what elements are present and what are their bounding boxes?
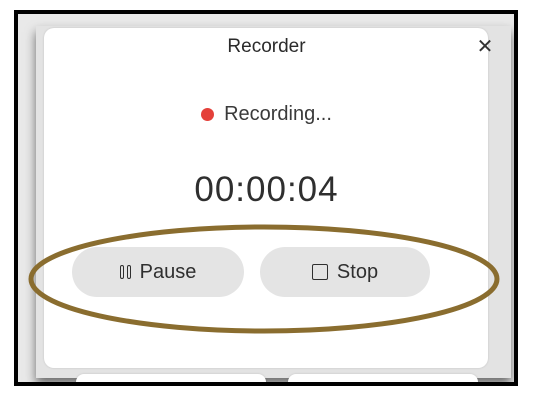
bottom-tab-left <box>76 374 266 382</box>
pause-button[interactable]: Pause <box>72 247 244 297</box>
dialog-title: Recorder <box>227 36 306 57</box>
stop-label: Stop <box>336 260 379 283</box>
status-text: Recording... <box>224 103 332 125</box>
stop-icon <box>311 264 328 280</box>
pause-label: Pause <box>139 260 197 283</box>
pause-icon <box>119 264 131 280</box>
close-icon: ✕ <box>476 35 494 58</box>
recording-dot-icon <box>201 108 215 121</box>
elapsed-timer: 00:00:04 <box>194 170 339 209</box>
close-button[interactable]: ✕ <box>473 34 497 58</box>
stop-button[interactable]: Stop <box>260 247 430 297</box>
bottom-tab-right <box>288 374 478 382</box>
recording-status: Recording... <box>0 103 533 126</box>
